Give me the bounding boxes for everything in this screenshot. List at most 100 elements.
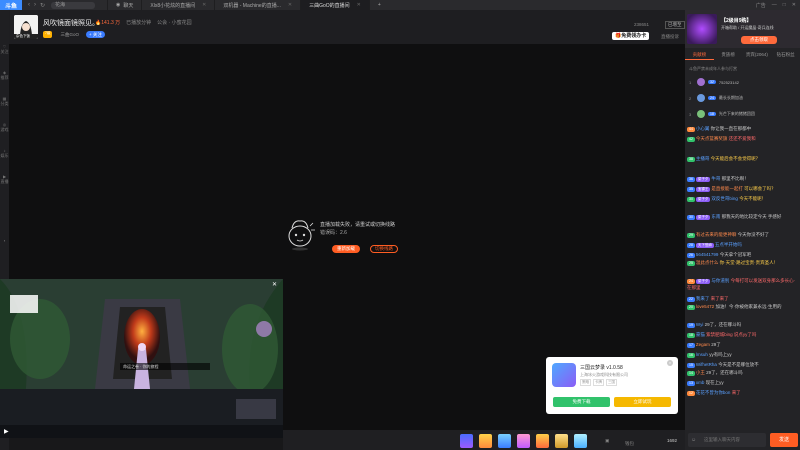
chat-username[interactable]: 牛哥 [711,176,720,181]
back-arrow-icon[interactable]: ‹ [28,2,30,9]
rank-row[interactable]: 1 32 752523142 [689,76,797,88]
send-button[interactable]: 发送 [770,433,798,447]
user-level-badge: 30 [687,215,695,220]
close-promo-icon[interactable]: × [667,360,673,366]
maximize-button[interactable]: □ [783,2,786,9]
new-tab-button[interactable]: + [368,0,389,10]
chat-username[interactable]: 与你道别 [711,278,729,283]
play-now-button[interactable]: 立即试玩 [614,397,671,407]
chat-username[interactable]: 564541799 [696,252,719,257]
chat-username[interactable]: 豪猫 [696,332,705,337]
chat-username[interactable]: 花花不曾为你bon [696,390,731,395]
chat-input[interactable]: 这里输入聊天内容 [688,433,766,447]
chat-text: 可以哪会了吗？ [744,186,776,191]
chat-username[interactable]: 东南 [711,214,720,219]
gift-item[interactable] [460,434,473,448]
emoji-icon[interactable]: ☺ [691,437,696,443]
chat-username[interactable]: WifhetRha [696,362,717,367]
gift-item[interactable] [517,434,530,448]
rank-tabs: 贡献榜 贵族榜 贵宾(2064) 钻石粉丝 [685,50,800,60]
retry-button[interactable]: 重新加载 [332,245,360,253]
event-claim-button[interactable]: 点击领取 [741,36,777,44]
chat-username[interactable]: 温此点什么 [696,260,719,265]
gift-item[interactable] [498,434,511,448]
chat-username[interactable]: love5472 [696,304,714,309]
chat-username[interactable]: xmb [696,380,705,385]
tab-vip[interactable]: 贵宾(2064) [743,50,772,60]
wallet-label[interactable]: 钱包 [625,441,634,447]
gift-item[interactable] [574,434,587,448]
chat-message: 44 小心翼 你让我一直在那都中 [687,125,798,132]
chat-username[interactable]: 五点半开始吗 [715,242,742,247]
user-level-badge: 14 [687,371,695,376]
chat-username[interactable]: 小心翼 [696,126,710,131]
free-gift-button[interactable]: 🎁免费领办卡 [612,32,650,40]
streamer-name[interactable]: 三曲GoO [57,31,82,38]
game-scene-illustration [0,279,283,438]
rail-recommend[interactable]: ◈ 推荐 [0,70,9,80]
chat-message: 24 菜子夕 与你道别 今每打可以发送双身那么多长心·在那里 [687,277,798,291]
gift-item[interactable] [555,434,568,448]
user-level-badge: 15 [687,363,695,368]
chat-icon: ◉ [116,2,121,8]
follow-button[interactable]: + 关注 [85,31,105,38]
play-icon[interactable]: ▶ [4,428,9,435]
tab-room-2[interactable]: 双机器 - Machine的直播... ✕ [214,0,300,10]
close-pip-icon[interactable]: ✕ [272,281,277,288]
close-window-button[interactable]: ✕ [792,2,796,9]
tab-room-1[interactable]: Xlx8小花炫的直播间 ✕ [141,0,214,10]
chat-username[interactable]: 有过去来的能更神聊 [696,232,737,237]
mini-player[interactable]: 命运之卷 · 你的旅程 ✕ ▶ [0,279,283,438]
chat-username[interactable]: 小王 [696,370,705,375]
report-button[interactable]: 直播投诉 [661,34,679,40]
chat-username[interactable]: 今天点篮赛奖旗 [696,136,728,141]
chat-text: yy有吗上yy [709,352,732,357]
chat-text: 29了 [711,342,721,347]
chat-username[interactable]: 是直接能一起打 [711,186,743,191]
minimize-button[interactable]: — [772,2,777,9]
douyu-logo[interactable]: 斗鱼 [0,0,22,10]
gift-item[interactable] [536,434,549,448]
chat-username[interactable]: 我来了 [696,296,710,301]
gift-item[interactable] [479,434,492,448]
download-button[interactable]: 免费下载 [553,397,610,407]
rail-collapse-icon[interactable]: ‹ [0,238,9,243]
chat-text: 今天你没不好了 [737,232,770,237]
quality-select[interactable]: 已增至 [665,21,685,29]
close-tab-icon[interactable]: ✕ [202,2,206,8]
search-input[interactable]: 花海 [51,1,96,9]
streamer-avatar[interactable]: 杂色下饭 [14,15,38,39]
chat-username[interactable]: Zegam [696,342,710,347]
switch-line-button[interactable]: 切换线路 [370,245,398,253]
fans-badge: 菜子夕 [695,197,711,202]
chat-username[interactable]: 主播哥 [696,156,710,161]
wallet-icon[interactable]: ▣ [605,438,609,444]
rail-follow[interactable]: ♡ 关注 [0,44,9,54]
event-banner[interactable]: 【2级目9购】 开箱帮助 / 开运魔晶·奇兵连线 点击领取 [685,10,800,48]
rail-live[interactable]: ▶ 直播 [0,174,9,184]
tab-chat[interactable]: ◉ 聊天 [107,0,141,10]
rank-avatar [697,94,705,102]
close-tab-icon[interactable]: ✕ [288,2,292,8]
close-tab-icon[interactable]: ✕ [357,2,361,8]
tab-room-active[interactable]: 三曲GoO的直播间 ✕ [300,0,369,10]
chat-list[interactable]: 44 小心翼 你让我一直在那都中 42 今天点篮赛奖旗 还还不爱我和 38 主播哥 今天能… [685,122,800,428]
event-banner-image [687,14,717,44]
rail-fun[interactable]: ♪ 娱乐 [0,148,9,158]
rank-level: 32 [708,80,716,84]
chat-message: 38 主播哥 今天能后会不会觉得呢？ [687,155,798,162]
rail-category[interactable]: ▦ 分类 [0,96,9,106]
chat-username[interactable]: Wyi [696,322,703,327]
rank-row[interactable]: 2 24 最长长期加油 [689,92,797,104]
tab-noble[interactable]: 贵族榜 [714,50,743,60]
rank-row[interactable]: 3 18 光芒下来的猪猪团团 [689,108,797,120]
rail-game[interactable]: ◎ 游戏 [0,122,9,132]
minor-notice: 斗鱼严禁未成年人参与打赏 [689,66,737,71]
guild-link[interactable]: 公会 · 小蜜花园 [157,19,191,26]
tab-diamond-fans[interactable]: 钻石粉丝 [771,50,800,60]
refresh-icon[interactable]: ↻ [40,2,45,9]
chat-username[interactable]: lmsuh [696,352,708,357]
forward-arrow-icon[interactable]: › [34,2,36,9]
chat-username[interactable]: 双反世哥bing [711,196,738,201]
tab-contribution[interactable]: 贡献榜 [685,50,714,60]
